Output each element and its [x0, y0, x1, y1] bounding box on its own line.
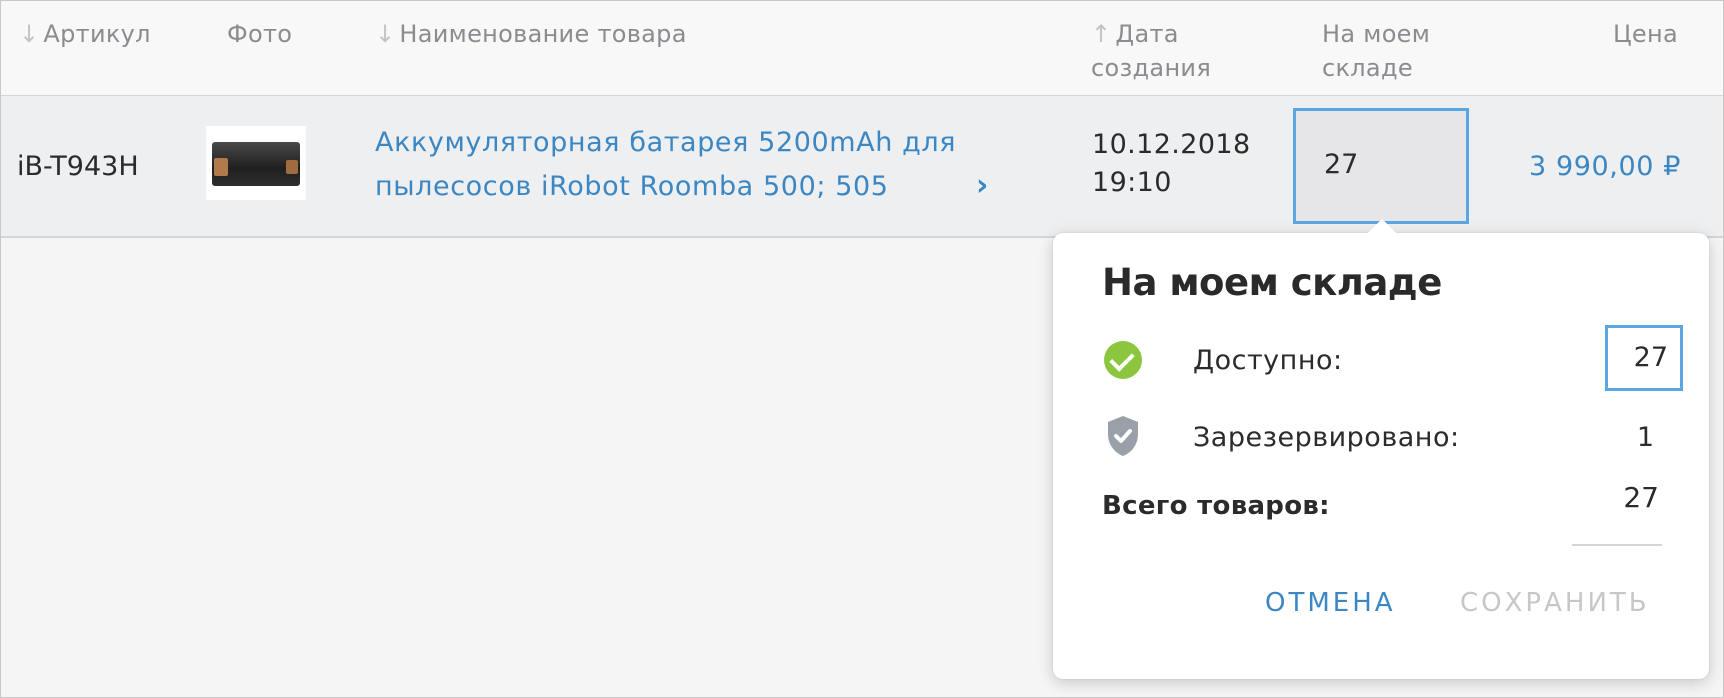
total-underline — [1572, 544, 1662, 546]
column-header-name[interactable]: ↓ Наименование товара — [375, 17, 687, 51]
reserved-row: Зарезервировано: 1 — [1053, 408, 1709, 468]
shield-check-icon — [1108, 416, 1138, 456]
reserved-label: Зарезервировано: — [1193, 422, 1460, 453]
check-circle-icon — [1104, 341, 1142, 379]
stock-value: 27 — [1324, 149, 1359, 180]
total-value: 27 — [1623, 481, 1659, 514]
reserved-value: 1 — [1636, 422, 1654, 453]
column-header-article[interactable]: ↓ Артикул — [19, 17, 151, 51]
available-row: Доступно: 27 — [1053, 325, 1709, 391]
product-name-link[interactable]: Аккумуляторная батарея 5200mAh для пылес… — [375, 121, 995, 209]
chevron-right-icon[interactable]: › — [976, 168, 988, 203]
column-header-price: Цена — [1613, 20, 1678, 48]
product-photo[interactable] — [206, 126, 306, 200]
stock-popover: На моем складе Доступно: 27 Зарезервиров… — [1053, 233, 1709, 679]
battery-image — [212, 142, 300, 186]
column-header-date[interactable]: ↑ Дата создания — [1091, 17, 1251, 85]
available-value: 27 — [1633, 342, 1668, 373]
arrow-up-icon: ↑ — [1091, 20, 1112, 48]
arrow-down-icon: ↓ — [375, 20, 396, 48]
cell-article: iB-T943H — [17, 151, 139, 182]
save-button[interactable]: СОХРАНИТЬ — [1460, 588, 1650, 618]
cell-date: 10.12.2018 19:10 — [1092, 126, 1251, 202]
table-row: iB-T943H Аккумуляторная батарея 5200mAh … — [1, 96, 1723, 238]
available-input[interactable]: 27 — [1605, 325, 1683, 391]
column-header-stock: На моем складе — [1322, 20, 1431, 82]
table-header: ↓ Артикул Фото ↓ Наименование товара ↑ Дата… — [1, 1, 1723, 96]
total-label: Всего товаров: — [1102, 491, 1330, 521]
cell-price: 3 990,00 ₽ — [1529, 151, 1681, 182]
date-value: 10.12.2018 — [1092, 129, 1251, 160]
arrow-down-icon: ↓ — [19, 20, 40, 48]
popover-title: На моем складе — [1102, 261, 1442, 304]
available-label: Доступно: — [1193, 345, 1343, 376]
cancel-button[interactable]: ОТМЕНА — [1265, 588, 1396, 618]
time-value: 19:10 — [1092, 167, 1172, 198]
column-header-photo: Фото — [227, 20, 293, 48]
stock-cell[interactable]: 27 — [1293, 108, 1469, 224]
